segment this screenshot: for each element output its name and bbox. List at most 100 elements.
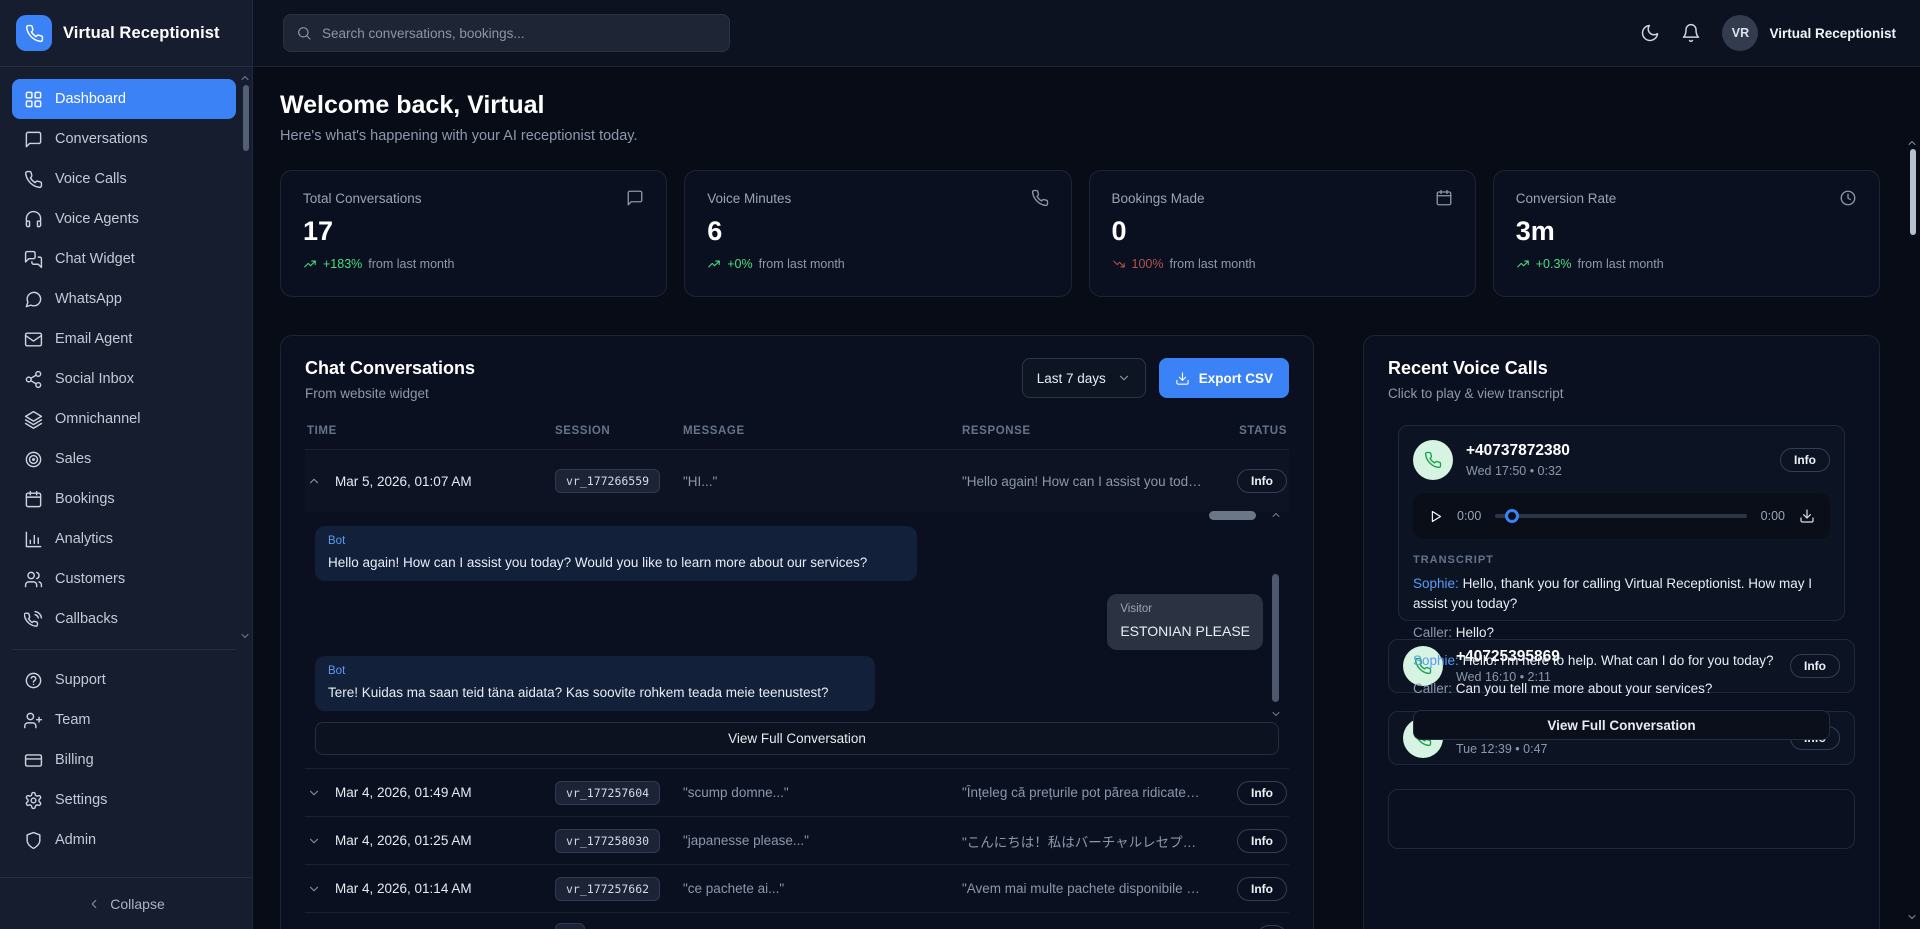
- table-row[interactable]: Mar 5, 2026, 01:07 AMvr_177266559"HI..."…: [305, 450, 1289, 512]
- info-badge[interactable]: Info: [1237, 469, 1287, 493]
- sidebar-item-label: Dashboard: [55, 91, 126, 107]
- sidebar-item-billing[interactable]: Billing: [12, 740, 236, 780]
- scroll-up-arrow-icon[interactable]: [1906, 137, 1918, 149]
- trend-up-icon: [303, 257, 317, 271]
- table-row[interactable]: Mar 4, 2026, 01:49 AMvr_177257604"scump …: [305, 768, 1289, 816]
- topbar: VR Virtual Receptionist: [253, 0, 1920, 67]
- scroll-down-arrow-icon[interactable]: [1270, 708, 1282, 720]
- trend-up-icon: [707, 257, 721, 271]
- search-input[interactable]: [322, 26, 717, 41]
- stat-value: 17: [303, 216, 644, 247]
- sidebar-item-label: WhatsApp: [55, 291, 122, 307]
- scroll-handle[interactable]: [1209, 511, 1256, 520]
- sidebar-item-customers[interactable]: Customers: [12, 559, 236, 599]
- expanded-conversation: BotHello again! How can I assist you tod…: [315, 516, 1279, 712]
- stat-label: Voice Minutes: [707, 191, 791, 206]
- sidebar-item-social-inbox[interactable]: Social Inbox: [12, 359, 236, 399]
- chat-panel-subtitle: From website widget: [305, 386, 475, 401]
- moon-icon[interactable]: [1640, 23, 1660, 43]
- chevron-down-icon[interactable]: [307, 786, 321, 800]
- sidebar-item-label: Analytics: [55, 531, 113, 547]
- chevron-down-icon[interactable]: [307, 882, 321, 896]
- download-icon[interactable]: [1799, 508, 1815, 524]
- session-chip: vr_177258030: [555, 829, 660, 853]
- sidebar-item-label: Team: [55, 712, 90, 728]
- page-subtitle: Here's what's happening with your AI rec…: [280, 128, 1880, 144]
- phone-icon: [1031, 189, 1049, 207]
- info-badge[interactable]: Info: [1780, 448, 1830, 472]
- info-badge[interactable]: Info: [1237, 781, 1287, 805]
- player-slider-knob[interactable]: [1505, 509, 1519, 523]
- scroll-down-arrow-icon[interactable]: [239, 630, 251, 642]
- sidebar-item-sales[interactable]: Sales: [12, 439, 236, 479]
- stat-value: 6: [707, 216, 1048, 247]
- page-scrollbar-thumb[interactable]: [1910, 149, 1916, 235]
- transcript-label: TRANSCRIPT: [1413, 554, 1830, 566]
- conversation-scrollbar-thumb[interactable]: [1272, 574, 1279, 702]
- stat-delta: 100%from last month: [1112, 257, 1453, 271]
- view-full-conversation-button[interactable]: View Full Conversation: [1413, 710, 1830, 740]
- table-row[interactable]: Mar 4, 2026, 01:25 AMvr_177258030"japane…: [305, 816, 1289, 864]
- bubble-text: Hello again! How can I assist you today?…: [328, 554, 904, 572]
- sidebar-item-callbacks[interactable]: Callbacks: [12, 599, 236, 639]
- scroll-down-arrow-icon[interactable]: [1906, 911, 1918, 923]
- stat-label: Conversion Rate: [1516, 191, 1617, 206]
- sidebar-item-email-agent[interactable]: Email Agent: [12, 319, 236, 359]
- app-root: Virtual Receptionist DashboardConversati…: [0, 0, 1920, 929]
- sidebar-item-bookings[interactable]: Bookings: [12, 479, 236, 519]
- call-card: +40737872380Wed 17:50 • 0:32Info0:000:00…: [1398, 425, 1845, 621]
- transcript-speaker: Caller:: [1413, 625, 1452, 640]
- player-seek-slider[interactable]: [1495, 514, 1746, 518]
- stat-label: Bookings Made: [1112, 191, 1205, 206]
- call-header[interactable]: +40737872380Wed 17:50 • 0:32Info: [1413, 440, 1830, 480]
- view-full-conversation-button[interactable]: View Full Conversation: [315, 722, 1279, 755]
- phone-icon: [1424, 451, 1442, 469]
- bell-icon[interactable]: [1681, 23, 1701, 43]
- sidebar-item-label: Social Inbox: [55, 371, 134, 387]
- search-box[interactable]: [283, 14, 730, 52]
- row-time: Mar 4, 2026, 01:25 AM: [335, 833, 472, 848]
- info-badge[interactable]: Info: [1237, 829, 1287, 853]
- transcript-speaker: Caller:: [1413, 681, 1452, 696]
- sidebar-item-label: Customers: [55, 571, 125, 587]
- sidebar-item-conversations[interactable]: Conversations: [12, 119, 236, 159]
- stats-row: Total Conversations17+183%from last mont…: [280, 170, 1880, 297]
- users-icon: [24, 570, 43, 589]
- info-badge[interactable]: Info: [1237, 877, 1287, 901]
- transcript-line: Sophie: Hello, thank you for calling Vir…: [1413, 574, 1830, 615]
- chevron-up-icon[interactable]: [307, 474, 321, 488]
- sidebar-item-settings[interactable]: Settings: [12, 780, 236, 820]
- avatar[interactable]: VR: [1722, 15, 1758, 51]
- sidebar-item-analytics[interactable]: Analytics: [12, 519, 236, 559]
- sidebar-item-voice-agents[interactable]: Voice Agents: [12, 199, 236, 239]
- sidebar-item-label: Conversations: [55, 131, 148, 147]
- cell-response: "Hello again! How can I assist you toda.…: [962, 474, 1217, 489]
- page-content: Welcome back, Virtual Here's what's happ…: [253, 67, 1920, 929]
- date-range-select[interactable]: Last 7 days: [1022, 358, 1146, 398]
- sidebar-item-whatsapp[interactable]: WhatsApp: [12, 279, 236, 319]
- sidebar-item-chat-widget[interactable]: Chat Widget: [12, 239, 236, 279]
- sidebar-item-omnichannel[interactable]: Omnichannel: [12, 399, 236, 439]
- chat-bubble-bot: BotHello again! How can I assist you tod…: [315, 526, 917, 581]
- sidebar-item-team[interactable]: Team: [12, 700, 236, 740]
- chevron-down-icon[interactable]: [307, 834, 321, 848]
- cell-time: Mar 4, 2026, 01:25 AM: [307, 833, 555, 848]
- bubble-text: Tere! Kuidas ma saan teid täna aidata? K…: [328, 684, 862, 702]
- sidebar-scrollbar-thumb[interactable]: [243, 85, 249, 151]
- scroll-up-arrow-icon[interactable]: [1270, 509, 1282, 521]
- user-menu[interactable]: VR Virtual Receptionist: [1722, 15, 1896, 51]
- export-csv-button[interactable]: Export CSV: [1159, 358, 1289, 398]
- sidebar-item-support[interactable]: Support: [12, 660, 236, 700]
- collapse-button[interactable]: Collapse: [87, 896, 164, 912]
- user-plus-icon: [24, 711, 43, 730]
- stat-delta-suffix: from last month: [368, 257, 454, 271]
- cell-session: vr_177257662: [555, 877, 683, 901]
- table-row[interactable]: Mar 4, 2026, 01:14 AMvr_177257662"ce pac…: [305, 864, 1289, 912]
- play-icon[interactable]: [1428, 509, 1443, 524]
- scroll-up-arrow-icon[interactable]: [239, 72, 251, 84]
- cell-message: "HI...": [683, 474, 962, 489]
- sidebar-item-dashboard[interactable]: Dashboard: [12, 79, 236, 119]
- sidebar-item-voice-calls[interactable]: Voice Calls: [12, 159, 236, 199]
- sidebar-item-label: Sales: [55, 451, 91, 467]
- sidebar-item-admin[interactable]: Admin: [12, 820, 236, 860]
